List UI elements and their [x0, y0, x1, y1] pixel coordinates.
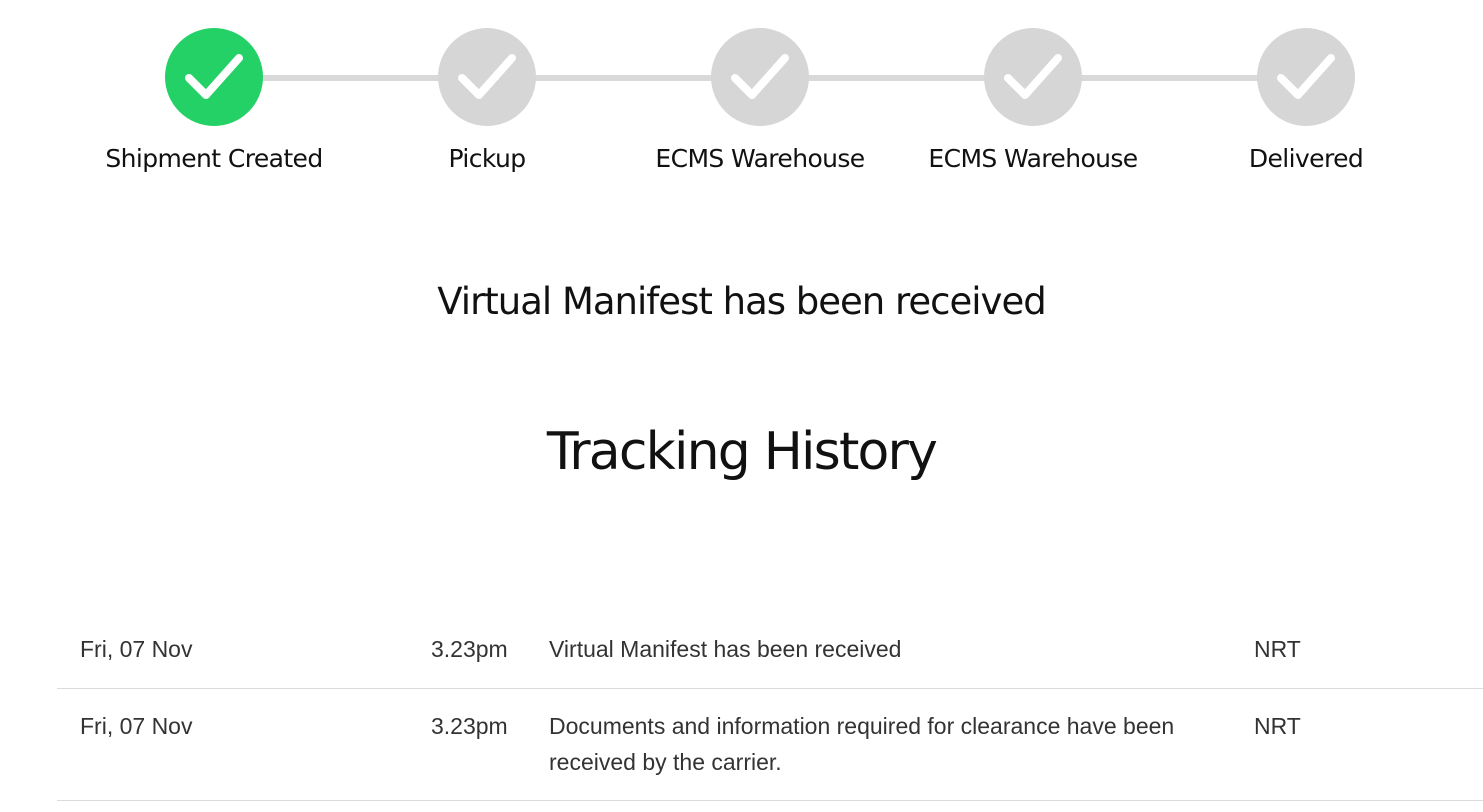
event-date: Fri, 07 Nov — [80, 636, 193, 662]
tracking-history-title: Tracking History — [546, 422, 938, 482]
current-status-headline: Virtual Manifest has been received — [437, 280, 1046, 323]
step-label: Delivered — [1248, 144, 1364, 173]
step-pickup: Pickup — [357, 28, 617, 173]
event-description: Documents and information required for c… — [549, 713, 1175, 775]
step-circle — [165, 28, 263, 126]
step-label: Shipment Created — [105, 144, 323, 173]
event-description: Virtual Manifest has been received — [549, 636, 902, 662]
check-icon — [731, 54, 789, 99]
event-date: Fri, 07 Nov — [80, 713, 193, 739]
table-row: Fri, 07 Nov 3.23pm Documents and informa… — [57, 689, 1483, 801]
step-circle — [711, 28, 809, 126]
step-label: ECMS Warehouse — [655, 144, 865, 173]
tracking-history-table: Fri, 07 Nov 3.23pm Virtual Manifest has … — [57, 612, 1483, 801]
step-label: ECMS Warehouse — [928, 144, 1138, 173]
event-location: NRT — [1254, 713, 1301, 739]
check-icon — [458, 54, 516, 99]
step-circle — [1257, 28, 1355, 126]
check-icon — [1004, 54, 1062, 99]
table-row: Fri, 07 Nov 3.23pm Virtual Manifest has … — [57, 612, 1483, 689]
event-location: NRT — [1254, 636, 1301, 662]
step-ecms-warehouse-1: ECMS Warehouse — [630, 28, 890, 173]
event-time: 3.23pm — [431, 636, 508, 662]
step-delivered: Delivered — [1176, 28, 1436, 173]
check-icon — [1277, 54, 1335, 99]
event-time: 3.23pm — [431, 713, 508, 739]
step-label: Pickup — [448, 144, 526, 173]
step-circle — [438, 28, 536, 126]
step-circle — [984, 28, 1082, 126]
step-ecms-warehouse-2: ECMS Warehouse — [903, 28, 1163, 173]
check-icon — [185, 54, 243, 99]
step-shipment-created: Shipment Created — [84, 28, 344, 173]
shipment-progress-tracker: Shipment Created Pickup ECMS Warehouse E… — [0, 0, 1483, 200]
